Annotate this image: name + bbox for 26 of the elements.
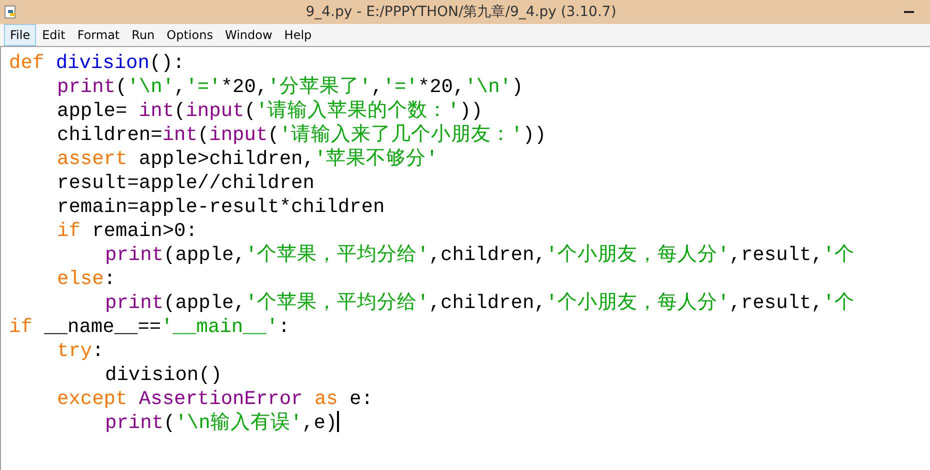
code-line: if __name__=='__main__': <box>9 315 290 339</box>
code-line: print(apple,'个苹果，平均分给',children,'个小朋友，每人分',result,'个 <box>104 291 855 315</box>
code-line: try: <box>56 339 104 363</box>
window-title: 9_4.py - E:/PPPYTHON/第九章/9_4.py (3.10.7) <box>306 2 616 22</box>
code-line: remain=apple-result*children <box>56 195 385 219</box>
menu-item[interactable]: File <box>4 24 36 46</box>
menu-item[interactable]: Help <box>278 24 318 46</box>
code-line: assert apple>children,'苹果不够分' <box>56 147 438 171</box>
menu-item[interactable]: Format <box>71 24 126 46</box>
code-line: children=int(input('请输入来了几个小朋友：')) <box>56 123 546 147</box>
menu-item[interactable]: Run <box>126 24 161 46</box>
code-line: def division(): <box>9 51 185 75</box>
code-line: result=apple//children <box>56 171 314 195</box>
code-line: print(apple,'个苹果，平均分给',children,'个小朋友，每人分',result,'个 <box>104 243 855 267</box>
code-line: except AssertionError as e: <box>56 387 373 411</box>
menu-item[interactable]: Window <box>218 24 278 46</box>
code-line: division() <box>104 363 222 387</box>
code-line: else: <box>56 267 116 291</box>
menu-item[interactable]: Options <box>160 24 219 46</box>
code-line: print('\n','='*20,'分苹果了','='*20,'\n') <box>56 75 524 99</box>
code-line: if remain>0: <box>56 219 198 243</box>
code-line: apple= int(input('请输入苹果的个数：')) <box>56 99 483 123</box>
menu-item[interactable]: Edit <box>36 24 72 46</box>
code-line: print('\n输入有误',e) <box>104 411 340 435</box>
python-file-icon <box>4 5 18 19</box>
minimize-icon[interactable] <box>904 10 914 14</box>
